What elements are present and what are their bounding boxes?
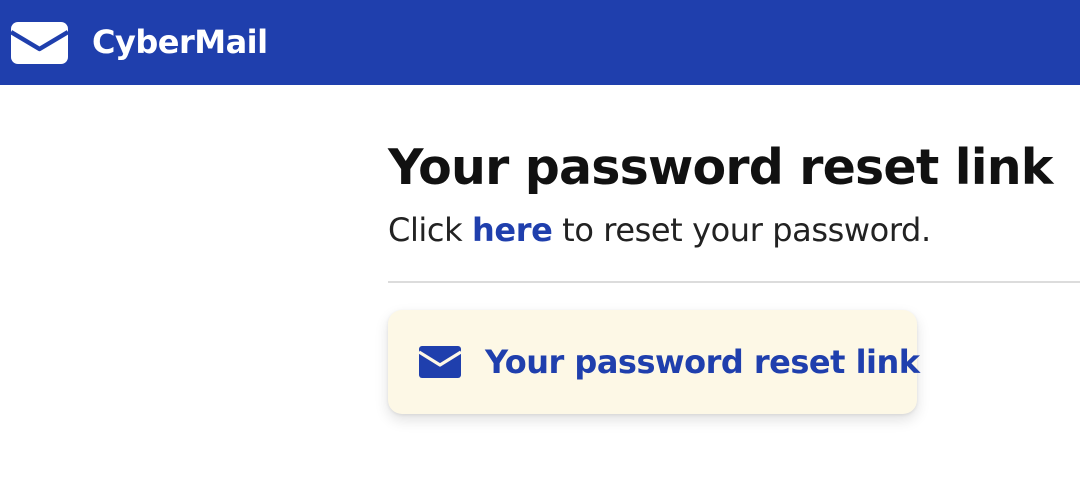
body-suffix: to reset your password. — [552, 211, 931, 249]
body-prefix: Click — [388, 211, 473, 249]
app-name: CyberMail — [92, 23, 268, 61]
envelope-icon — [11, 22, 68, 64]
divider — [388, 281, 1080, 283]
envelope-icon — [419, 346, 461, 378]
reset-link[interactable]: here — [472, 211, 553, 249]
email-subject: Your password reset link — [388, 139, 1053, 196]
mail-card-label: Your password reset link — [485, 343, 920, 381]
mail-card[interactable]: Your password reset link — [388, 310, 920, 414]
top-bar: CyberMail — [0, 0, 1080, 85]
email-body: Click here to reset your password. — [388, 209, 931, 251]
